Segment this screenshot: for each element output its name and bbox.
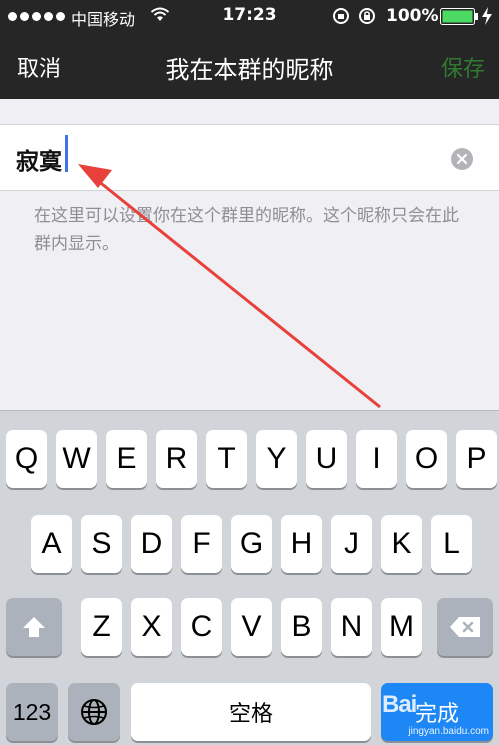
save-button[interactable]: 保存 [441,51,485,83]
key-j[interactable]: J [331,515,372,573]
key-n[interactable]: N [331,598,372,656]
nickname-input[interactable]: 寂寞 [16,142,62,176]
key-w[interactable]: W [56,430,97,488]
key-q[interactable]: Q [6,430,47,488]
backspace-icon [450,617,480,637]
nickname-field[interactable]: 寂寞 [0,124,499,191]
space-key-label: 空格 [228,702,273,727]
key-g[interactable]: G [231,515,272,573]
key-f[interactable]: F [181,515,222,573]
key-s[interactable]: S [81,515,122,573]
key-k[interactable]: K [381,515,422,573]
clear-icon[interactable] [450,147,474,171]
shift-arrow-icon [23,617,45,637]
rotation-lock-icon [333,8,349,24]
delete-key[interactable] [437,598,493,656]
key-c[interactable]: C [181,598,222,656]
text-caret [65,135,68,172]
key-a[interactable]: A [31,515,72,573]
numbers-key[interactable]: 123 [6,683,58,741]
key-u[interactable]: U [306,430,347,488]
page-title: 我在本群的昵称 [165,56,334,84]
battery-percent: 100% [386,6,439,26]
charging-bolt-icon [482,7,492,25]
status-bar: 中国移动 17:23 100% [0,0,499,33]
key-v[interactable]: V [231,598,272,656]
key-z[interactable]: Z [81,598,122,656]
space-key[interactable]: 空格 [131,683,371,741]
shift-key[interactable] [6,598,62,656]
alarm-lock-icon [359,8,375,24]
key-p[interactable]: P [456,430,497,488]
key-b[interactable]: B [281,598,322,656]
key-r[interactable]: R [156,430,197,488]
key-t[interactable]: T [206,430,247,488]
globe-key[interactable] [68,683,120,741]
key-d[interactable]: D [131,515,172,573]
baidu-watermark-logo: Bai [382,691,417,718]
nav-bar: 取消 我在本群的昵称 保存 [0,33,499,99]
key-i[interactable]: I [356,430,397,488]
key-x[interactable]: X [131,598,172,656]
key-y[interactable]: Y [256,430,297,488]
battery-icon [440,8,478,25]
key-m[interactable]: M [381,598,422,656]
hint-text: 在这里可以设置你在这个群里的昵称。这个昵称只会在此群内显示。 [34,206,459,254]
key-l[interactable]: L [431,515,472,573]
done-key-label: 完成 [414,702,459,727]
globe-icon [81,699,107,725]
key-e[interactable]: E [106,430,147,488]
watermark-url: jingyan.baidu.com [408,726,489,737]
key-h[interactable]: H [281,515,322,573]
key-o[interactable]: O [406,430,447,488]
